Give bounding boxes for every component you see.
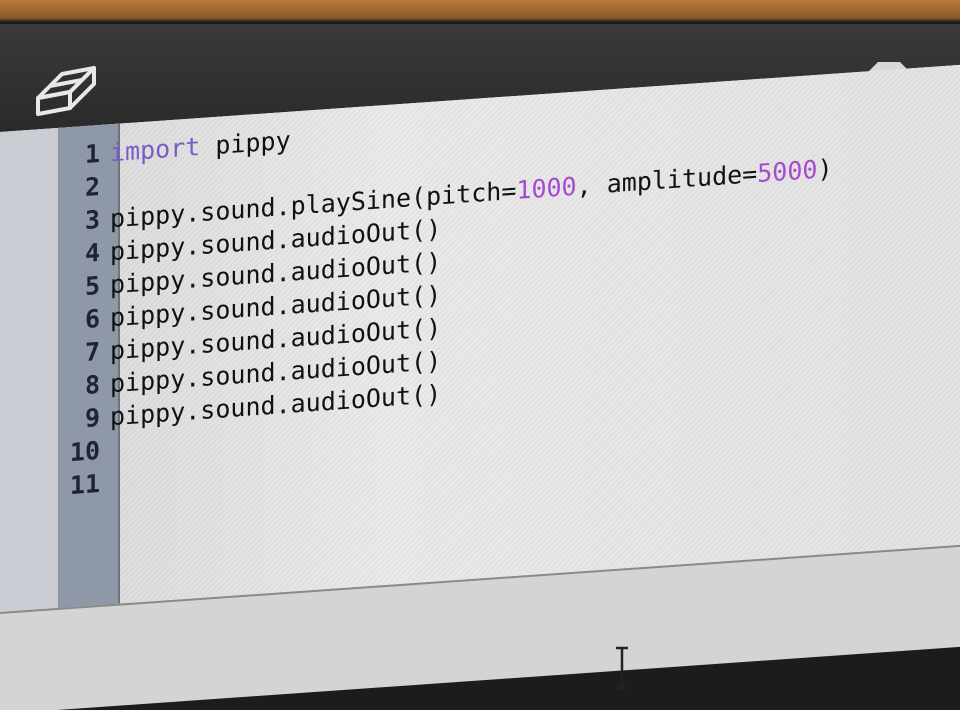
text-cursor-icon <box>612 646 632 690</box>
code-token: ) <box>817 153 833 184</box>
device-screen: 1 import pippy 2 3 pippy.sound.playSine(pitc… <box>0 0 960 710</box>
code-editor[interactable]: 1 import pippy 2 3 pippy.sound.playSine(pitc… <box>0 64 960 710</box>
code-lines: 1 import pippy 2 3 pippy.sound.playSine(pitc… <box>0 86 833 507</box>
clear-button[interactable] <box>28 54 104 118</box>
eraser-icon <box>36 66 96 116</box>
keyword-token: import <box>110 131 201 168</box>
code-token: pippy <box>200 125 291 161</box>
number-token: 5000 <box>757 154 818 189</box>
number-token: 1000 <box>516 171 577 205</box>
